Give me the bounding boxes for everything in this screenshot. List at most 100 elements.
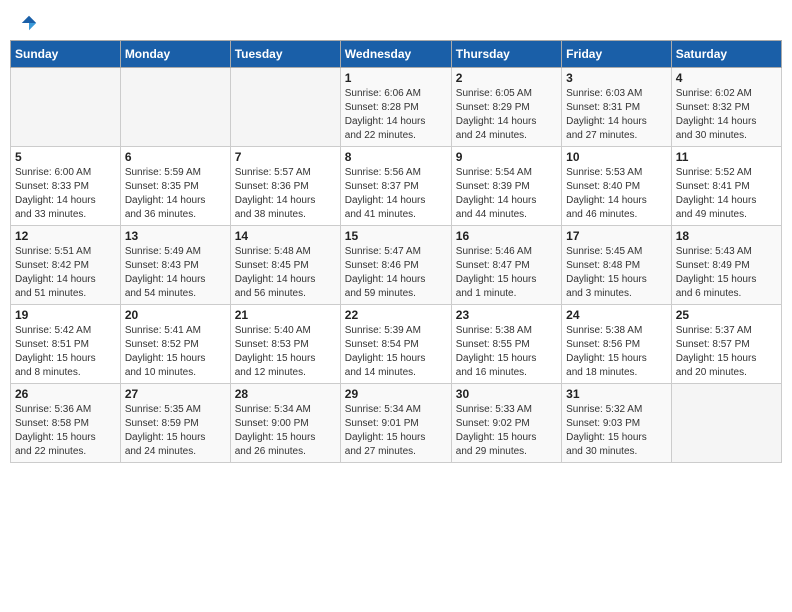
day-info: Sunrise: 5:54 AM Sunset: 8:39 PM Dayligh… [456,166,557,222]
day-info: Sunrise: 5:46 AM Sunset: 8:47 PM Dayligh… [456,245,557,301]
calendar-cell: 27 Sunrise: 5:35 AM Sunset: 8:59 PM Dayli… [120,384,230,463]
day-info: Sunrise: 5:48 AM Sunset: 8:45 PM Dayligh… [235,245,336,301]
calendar-cell: 23 Sunrise: 5:38 AM Sunset: 8:55 PM Dayli… [451,305,561,384]
day-info: Sunrise: 5:56 AM Sunset: 8:37 PM Dayligh… [345,166,447,222]
day-info: Sunrise: 5:59 AM Sunset: 8:35 PM Dayligh… [125,166,226,222]
day-info: Sunrise: 5:42 AM Sunset: 8:51 PM Dayligh… [15,324,116,380]
calendar-cell: 25 Sunrise: 5:37 AM Sunset: 8:57 PM Dayli… [671,305,781,384]
weekday-header-wednesday: Wednesday [340,41,451,68]
day-number: 7 [235,150,336,164]
day-number: 14 [235,229,336,243]
calendar-cell: 29 Sunrise: 5:34 AM Sunset: 9:01 PM Dayli… [340,384,451,463]
calendar-cell: 31 Sunrise: 5:32 AM Sunset: 9:03 PM Dayli… [562,384,672,463]
calendar-cell: 30 Sunrise: 5:33 AM Sunset: 9:02 PM Dayli… [451,384,561,463]
day-number: 15 [345,229,447,243]
day-info: Sunrise: 5:47 AM Sunset: 8:46 PM Dayligh… [345,245,447,301]
day-info: Sunrise: 5:57 AM Sunset: 8:36 PM Dayligh… [235,166,336,222]
calendar-cell: 10Sunrise: 5:53 AM Sunset: 8:40 PM Dayli… [562,147,672,226]
weekday-header-tuesday: Tuesday [230,41,340,68]
day-info: Sunrise: 5:41 AM Sunset: 8:52 PM Dayligh… [125,324,226,380]
day-number: 28 [235,387,336,401]
day-number: 21 [235,308,336,322]
day-info: Sunrise: 5:34 AM Sunset: 9:00 PM Dayligh… [235,403,336,459]
day-info: Sunrise: 5:39 AM Sunset: 8:54 PM Dayligh… [345,324,447,380]
calendar-cell: 1 Sunrise: 6:06 AM Sunset: 8:28 PM Daylig… [340,68,451,147]
calendar-cell [230,68,340,147]
calendar-cell: 17 Sunrise: 5:45 AM Sunset: 8:48 PM Dayli… [562,226,672,305]
day-number: 4 [676,71,777,85]
day-number: 30 [456,387,557,401]
day-info: Sunrise: 5:32 AM Sunset: 9:03 PM Dayligh… [566,403,667,459]
calendar-cell: 22 Sunrise: 5:39 AM Sunset: 8:54 PM Dayli… [340,305,451,384]
day-number: 25 [676,308,777,322]
day-number: 27 [125,387,226,401]
calendar-cell: 24Sunrise: 5:38 AM Sunset: 8:56 PM Dayli… [562,305,672,384]
calendar-cell: 15 Sunrise: 5:47 AM Sunset: 8:46 PM Dayli… [340,226,451,305]
day-number: 13 [125,229,226,243]
day-info: Sunrise: 5:52 AM Sunset: 8:41 PM Dayligh… [676,166,777,222]
calendar-week-row: 5Sunrise: 6:00 AM Sunset: 8:33 PM Daylig… [11,147,782,226]
calendar-cell: 6 Sunrise: 5:59 AM Sunset: 8:35 PM Daylig… [120,147,230,226]
day-number: 23 [456,308,557,322]
calendar-cell: 9 Sunrise: 5:54 AM Sunset: 8:39 PM Daylig… [451,147,561,226]
calendar-cell: 5Sunrise: 6:00 AM Sunset: 8:33 PM Daylig… [11,147,121,226]
day-info: Sunrise: 6:02 AM Sunset: 8:32 PM Dayligh… [676,87,777,143]
day-number: 24 [566,308,667,322]
weekday-header-monday: Monday [120,41,230,68]
day-info: Sunrise: 5:49 AM Sunset: 8:43 PM Dayligh… [125,245,226,301]
day-info: Sunrise: 5:33 AM Sunset: 9:02 PM Dayligh… [456,403,557,459]
calendar-cell: 3Sunrise: 6:03 AM Sunset: 8:31 PM Daylig… [562,68,672,147]
weekday-header-row: SundayMondayTuesdayWednesdayThursdayFrid… [11,41,782,68]
day-number: 22 [345,308,447,322]
page-header [10,10,782,32]
calendar-cell [11,68,121,147]
calendar-cell: 20 Sunrise: 5:41 AM Sunset: 8:52 PM Dayli… [120,305,230,384]
day-info: Sunrise: 5:45 AM Sunset: 8:48 PM Dayligh… [566,245,667,301]
day-number: 12 [15,229,116,243]
day-number: 17 [566,229,667,243]
calendar-cell: 21Sunrise: 5:40 AM Sunset: 8:53 PM Dayli… [230,305,340,384]
calendar-cell [671,384,781,463]
day-number: 9 [456,150,557,164]
day-number: 1 [345,71,447,85]
calendar-cell: 12 Sunrise: 5:51 AM Sunset: 8:42 PM Dayli… [11,226,121,305]
day-number: 31 [566,387,667,401]
day-number: 20 [125,308,226,322]
day-info: Sunrise: 5:36 AM Sunset: 8:58 PM Dayligh… [15,403,116,459]
calendar-cell: 2Sunrise: 6:05 AM Sunset: 8:29 PM Daylig… [451,68,561,147]
weekday-header-sunday: Sunday [11,41,121,68]
day-info: Sunrise: 6:06 AM Sunset: 8:28 PM Dayligh… [345,87,447,143]
calendar-cell: 26 Sunrise: 5:36 AM Sunset: 8:58 PM Dayli… [11,384,121,463]
calendar-cell: 14 Sunrise: 5:48 AM Sunset: 8:45 PM Dayli… [230,226,340,305]
weekday-header-friday: Friday [562,41,672,68]
day-number: 8 [345,150,447,164]
day-number: 2 [456,71,557,85]
day-number: 26 [15,387,116,401]
day-info: Sunrise: 5:34 AM Sunset: 9:01 PM Dayligh… [345,403,447,459]
day-info: Sunrise: 5:43 AM Sunset: 8:49 PM Dayligh… [676,245,777,301]
logo [18,14,38,28]
day-number: 29 [345,387,447,401]
day-info: Sunrise: 5:37 AM Sunset: 8:57 PM Dayligh… [676,324,777,380]
calendar-cell: 18 Sunrise: 5:43 AM Sunset: 8:49 PM Dayli… [671,226,781,305]
calendar-cell: 11 Sunrise: 5:52 AM Sunset: 8:41 PM Dayli… [671,147,781,226]
day-number: 18 [676,229,777,243]
calendar-cell: 28 Sunrise: 5:34 AM Sunset: 9:00 PM Dayli… [230,384,340,463]
day-info: Sunrise: 5:38 AM Sunset: 8:55 PM Dayligh… [456,324,557,380]
day-info: Sunrise: 5:51 AM Sunset: 8:42 PM Dayligh… [15,245,116,301]
calendar-cell: 7 Sunrise: 5:57 AM Sunset: 8:36 PM Daylig… [230,147,340,226]
calendar-cell: 13 Sunrise: 5:49 AM Sunset: 8:43 PM Dayli… [120,226,230,305]
day-info: Sunrise: 5:35 AM Sunset: 8:59 PM Dayligh… [125,403,226,459]
calendar-week-row: 1 Sunrise: 6:06 AM Sunset: 8:28 PM Daylig… [11,68,782,147]
day-number: 5 [15,150,116,164]
weekday-header-saturday: Saturday [671,41,781,68]
day-number: 6 [125,150,226,164]
calendar-week-row: 12 Sunrise: 5:51 AM Sunset: 8:42 PM Dayli… [11,226,782,305]
calendar-week-row: 26 Sunrise: 5:36 AM Sunset: 8:58 PM Dayli… [11,384,782,463]
day-number: 11 [676,150,777,164]
calendar-cell: 4 Sunrise: 6:02 AM Sunset: 8:32 PM Daylig… [671,68,781,147]
calendar-cell: 8 Sunrise: 5:56 AM Sunset: 8:37 PM Daylig… [340,147,451,226]
calendar-week-row: 19Sunrise: 5:42 AM Sunset: 8:51 PM Dayli… [11,305,782,384]
weekday-header-thursday: Thursday [451,41,561,68]
day-number: 10 [566,150,667,164]
